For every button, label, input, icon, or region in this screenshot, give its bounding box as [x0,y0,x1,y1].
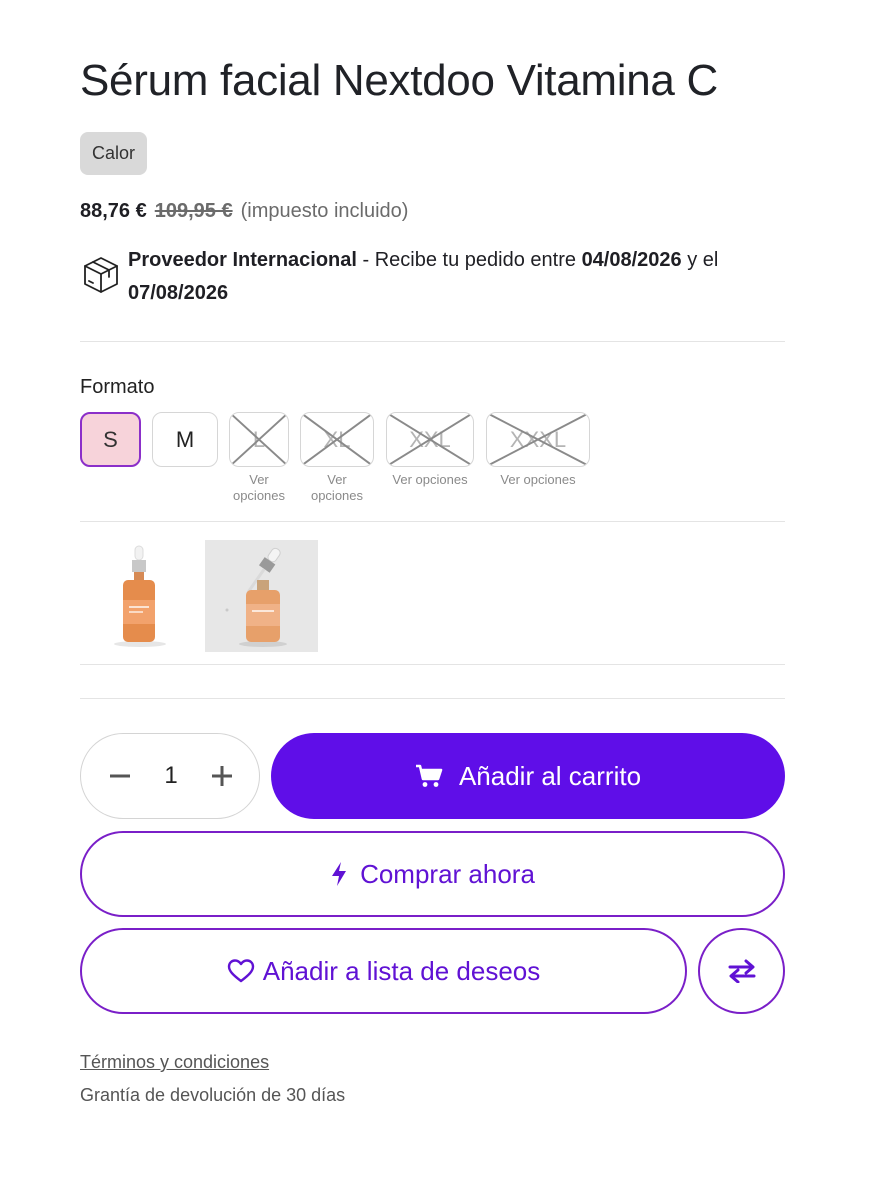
cart-icon [415,764,443,787]
size-note: Ver opciones [392,472,468,487]
unavailable-cross-icon [301,413,373,466]
wishlist-label: Añadir a lista de deseos [262,955,541,986]
heart-icon [227,959,254,983]
buy-now-button[interactable]: Comprar ahora [80,831,785,917]
size-option-xl[interactable]: XL [300,412,374,467]
supplier-name: Proveedor Internacional [128,249,357,271]
price-row: 88,76 € 109,95 € (impuesto incluido) [80,200,408,223]
quantity-stepper[interactable]: 1 [80,733,260,819]
shipping-info: Proveedor Internacional - Recibe tu pedi… [80,244,785,310]
add-to-wishlist-button[interactable]: Añadir a lista de deseos [80,928,687,1014]
product-title: Sérum facial Nextdoo Vitamina C [80,56,718,105]
size-option-xxxl[interactable]: XXXL [486,412,590,467]
unavailable-cross-icon [487,413,589,466]
compare-arrows-icon [728,959,755,983]
unavailable-cross-icon [387,413,473,466]
add-to-cart-button[interactable]: Añadir al carrito [271,733,785,819]
size-label: M [175,426,195,452]
divider [80,341,785,342]
quantity-value[interactable]: 1 [164,762,177,790]
minus-icon [110,774,130,778]
divider [80,664,785,665]
add-to-cart-label: Añadir al carrito [458,760,642,791]
tax-note: (impuesto incluido) [240,200,409,222]
shipping-and-text: y el [681,249,719,271]
compare-button[interactable] [698,928,785,1014]
size-note: Ver opciones [232,472,286,503]
size-option-s[interactable]: S [80,412,141,467]
gallery-thumbnail[interactable] [86,540,199,652]
size-label: S [103,426,118,452]
warranty-text: Grantía de devolución de 30 días [80,1085,346,1105]
size-option-m[interactable]: M [152,412,218,467]
gallery-thumbnail[interactable] [205,540,318,652]
format-label: Formato [80,376,155,398]
size-note: Ver opciones [500,472,576,487]
product-tag[interactable]: Calor [80,132,148,175]
serum-bottle-image [86,540,199,652]
divider [80,698,785,699]
buy-now-label: Comprar ahora [360,858,535,889]
terms-link[interactable]: Términos y condiciones [80,1052,269,1073]
unavailable-cross-icon [230,413,288,466]
decrease-quantity-button[interactable] [105,761,135,791]
current-price: 88,76 € [80,200,147,222]
divider [80,521,785,522]
shipping-mid-text: - Recibe tu pedido entre [356,249,582,271]
size-option-xxl[interactable]: XXL [386,412,474,467]
increase-quantity-button[interactable] [207,761,237,791]
size-option-l[interactable]: L [229,412,289,467]
delivery-date-from: 04/08/2026 [581,249,682,271]
size-note: Ver opciones [310,472,364,503]
delivery-date-to: 07/08/2026 [128,282,229,304]
original-price: 109,95 € [154,200,233,222]
serum-dropper-image [205,540,318,652]
shipping-text: Proveedor Internacional - Recibe tu pedi… [128,244,718,310]
plus-icon [211,766,232,786]
lightning-icon [332,862,347,886]
package-icon [84,257,118,293]
